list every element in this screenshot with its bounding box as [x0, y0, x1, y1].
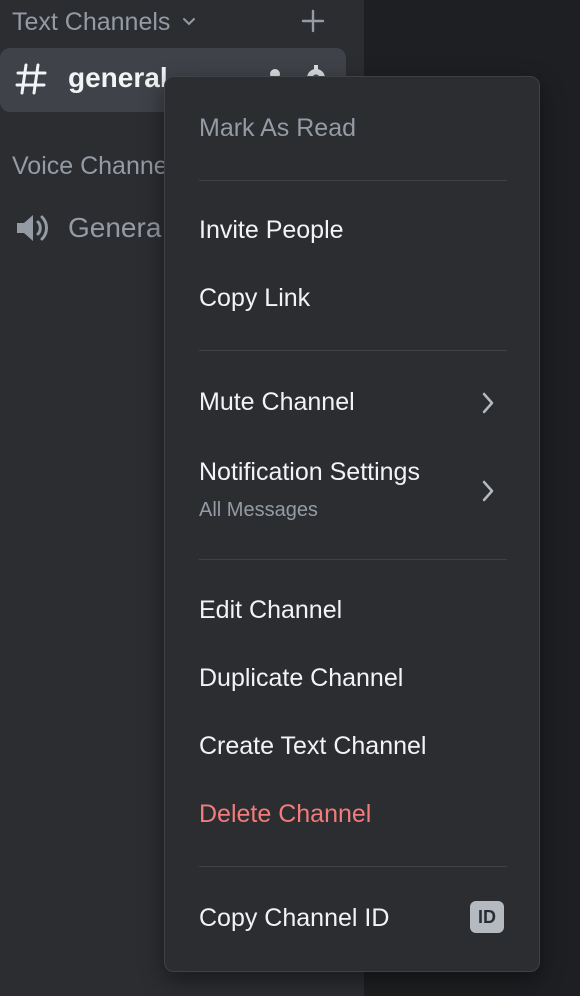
mark-as-read-item[interactable]: Mark As Read	[199, 114, 509, 143]
category-label: Text Channels	[12, 7, 171, 36]
channel-context-menu: Mark As Read Invite People Copy Link Mut…	[164, 76, 540, 972]
voice-channel-name: Genera	[68, 212, 162, 243]
text-channels-category[interactable]: Text Channels	[12, 4, 332, 40]
mute-channel-item[interactable]: Mute Channel	[199, 388, 509, 417]
chevron-right-icon	[482, 480, 494, 502]
invite-people-item[interactable]: Invite People	[199, 216, 509, 245]
chevron-down-icon	[183, 18, 196, 26]
edit-channel-item[interactable]: Edit Channel	[199, 596, 509, 625]
duplicate-channel-item[interactable]: Duplicate Channel	[199, 664, 509, 693]
hash-icon	[15, 63, 47, 95]
copy-channel-id-item[interactable]: Copy Channel ID	[199, 904, 509, 933]
id-badge-icon: ID	[470, 901, 504, 933]
menu-divider	[199, 866, 507, 867]
copy-link-item[interactable]: Copy Link	[199, 284, 509, 313]
menu-divider	[199, 180, 507, 181]
channel-name: general	[68, 62, 168, 93]
notification-settings-value: All Messages	[199, 499, 318, 521]
chevron-right-icon	[482, 392, 494, 414]
notification-settings-item[interactable]: Notification Settings	[199, 458, 509, 487]
menu-divider	[199, 350, 507, 351]
voice-channels-category[interactable]: Voice Channe	[12, 152, 168, 181]
menu-divider	[199, 559, 507, 560]
create-text-channel-item[interactable]: Create Text Channel	[199, 732, 509, 761]
speaker-icon	[17, 215, 48, 241]
add-channel-icon[interactable]	[300, 8, 326, 34]
delete-channel-item[interactable]: Delete Channel	[199, 800, 509, 829]
